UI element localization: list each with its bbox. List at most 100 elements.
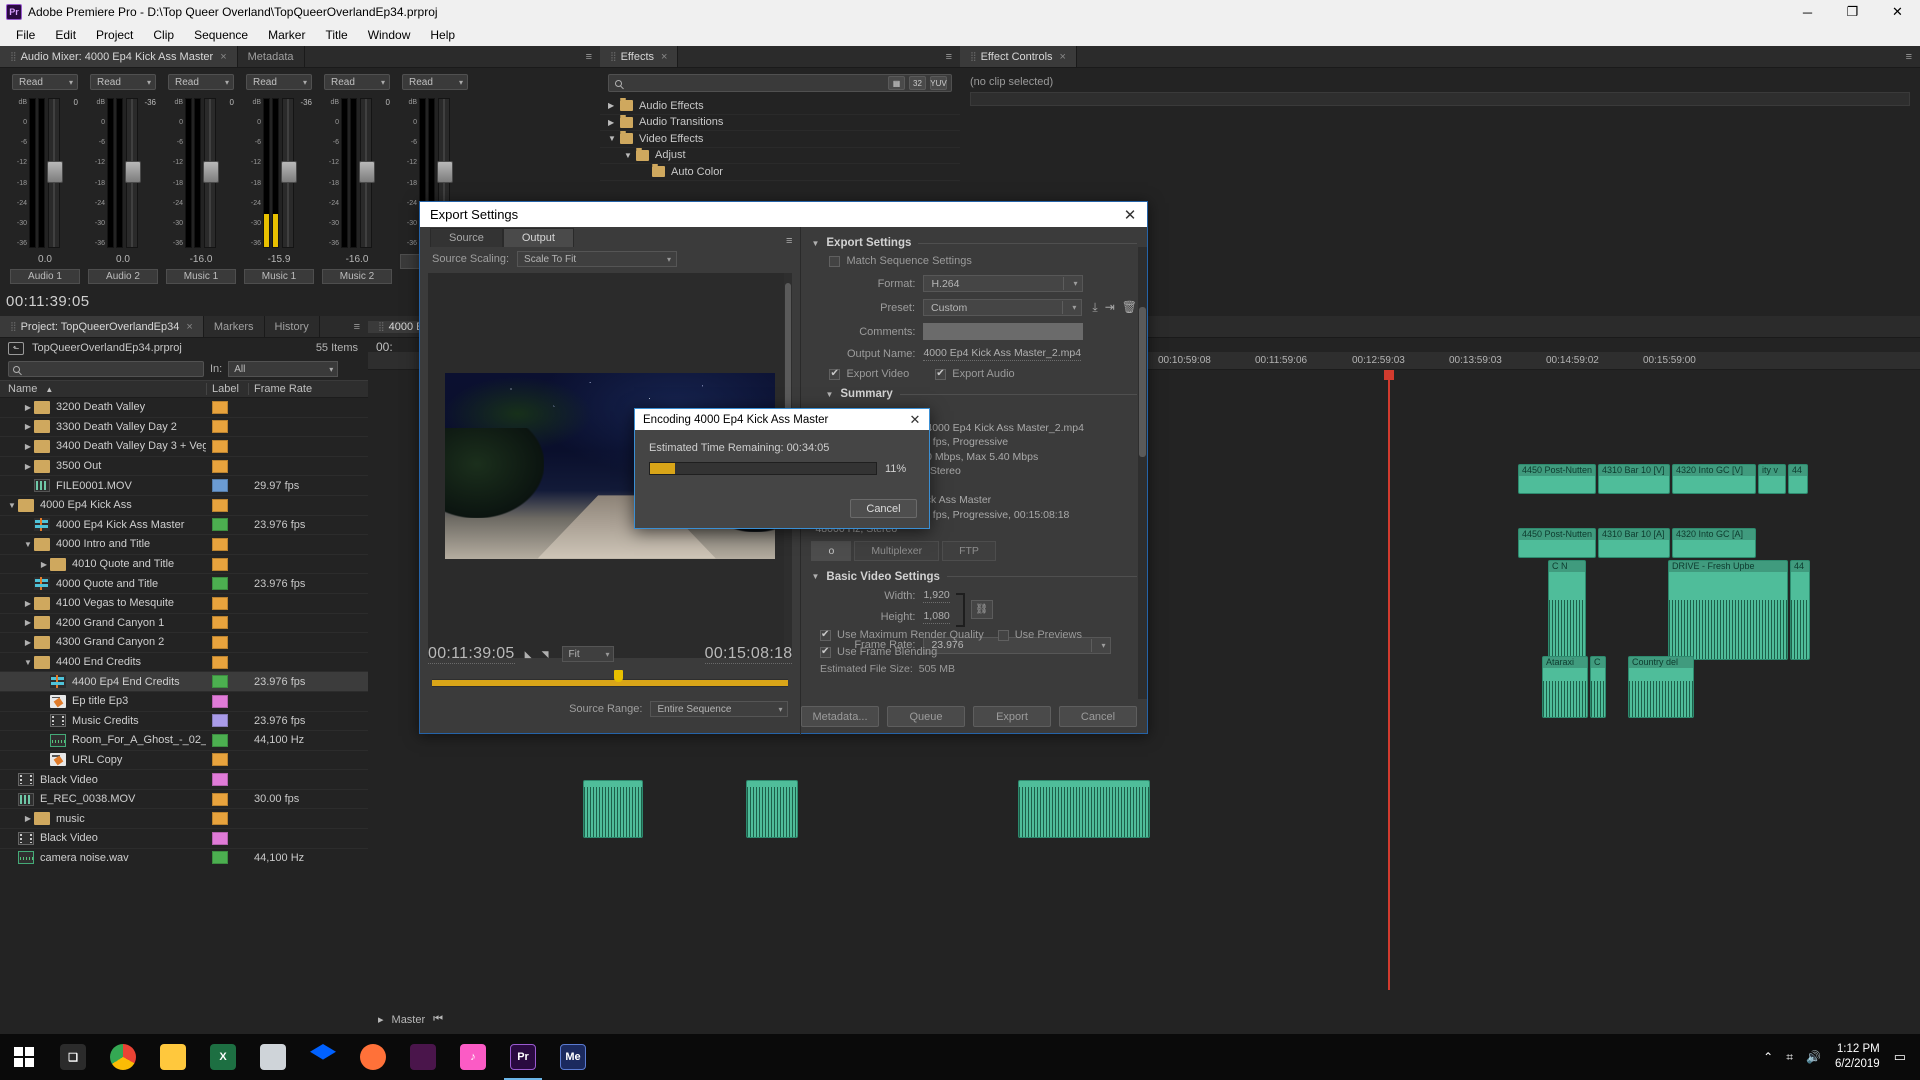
export-audio-checkbox[interactable]: Export Audio [935,368,1015,380]
timeline-video-clip[interactable]: 4310 Bar 10 [A] [1598,528,1670,558]
queue-button[interactable]: Queue [887,706,965,727]
project-item-label-color[interactable] [206,714,248,728]
tab-close-icon[interactable]: × [220,51,226,63]
effects-search-input[interactable]: ▦ 32 YUV [608,74,952,92]
channel-level-value[interactable]: 0.0 [6,254,84,265]
collapse-triangle-icon[interactable]: ▼ [811,572,819,581]
twirl-icon[interactable]: ▶ [22,442,34,451]
preview-out-timecode[interactable]: 00:15:08:18 [704,645,793,664]
menu-clip[interactable]: Clip [143,26,184,44]
project-item-row[interactable]: ▶ 4300 Grand Canyon 2 [0,633,368,653]
project-item-row[interactable]: 4000 Ep4 Kick Ass Master 23.976 fps [0,516,368,536]
tab-markers[interactable]: Markers [203,316,265,337]
tab-effect-controls[interactable]: ⣿ Effect Controls × [960,46,1077,67]
collapse-triangle-icon[interactable]: ▼ [825,390,833,399]
windows-start-icon[interactable] [0,1034,48,1080]
set-in-point-icon[interactable]: ◣ [525,649,532,660]
width-value[interactable]: 1,920 [923,589,950,603]
timeline-audio-clip[interactable] [746,780,798,838]
channel-fader[interactable] [359,98,375,248]
preview-panel-menu-icon[interactable]: ≡ [786,235,800,247]
timeline-video-clip[interactable]: ity v [1758,464,1786,494]
project-item-label-color[interactable] [206,655,248,669]
timeline-video-clip[interactable]: 4450 Post-Nutten [1518,528,1596,558]
project-item-row[interactable]: ▶ 3200 Death Valley [0,398,368,418]
volume-icon[interactable]: 🔊 [1806,1050,1821,1064]
match-sequence-settings-checkbox[interactable]: Match Sequence Settings [829,255,1137,267]
channel-fader[interactable] [281,98,297,248]
project-item-row[interactable]: Room_For_A_Ghost_-_02_- 44,100 Hz [0,731,368,751]
timeline-audio-clip[interactable]: DRIVE - Fresh Upbe [1668,560,1788,660]
twirl-icon[interactable]: ▼ [608,134,620,143]
project-item-label-color[interactable] [206,557,248,571]
project-item-row[interactable]: ▼ 4400 End Credits [0,653,368,673]
master-track-toggle-icon[interactable]: ▸ [378,1013,384,1026]
twirl-icon[interactable]: ▼ [6,501,18,510]
use-previews-checkbox[interactable]: Use Previews [997,629,1082,641]
project-item-label-color[interactable] [206,498,248,512]
channel-level-value[interactable]: -16.0 [318,254,396,265]
tab-source[interactable]: Source [430,228,503,247]
project-item-row[interactable]: ▶ 4010 Quote and Title [0,555,368,575]
export-button[interactable]: Export [973,706,1051,727]
tab-output[interactable]: Output [502,228,574,247]
effects-tree-item[interactable]: ▼ Video Effects [600,131,960,148]
32bit-color-icon[interactable]: 32 [909,76,926,90]
twirl-icon[interactable]: ▶ [22,638,34,647]
twirl-icon[interactable]: ▼ [22,658,34,667]
channel-fader[interactable] [47,98,63,248]
twirl-icon[interactable]: ▶ [608,118,620,127]
project-item-row[interactable]: ▶ 3500 Out [0,457,368,477]
menu-project[interactable]: Project [86,26,143,44]
timeline-audio-clip[interactable]: Ataraxi [1542,656,1588,718]
panel-menu-icon[interactable]: ≡ [938,46,960,67]
timeline-audio-clip[interactable] [1018,780,1150,838]
network-icon[interactable]: ⌗ [1786,1050,1793,1065]
column-header-label[interactable]: Label [206,383,248,395]
maximize-button[interactable]: ❐ [1830,0,1875,24]
twirl-icon[interactable]: ▶ [38,560,50,569]
export-subtab[interactable]: Multiplexer [854,540,940,561]
project-item-label-color[interactable] [206,479,248,493]
output-name-value[interactable]: 4000 Ep4 Kick Ass Master_2.mp4 [923,347,1082,361]
navigate-up-icon[interactable]: ⬑ [8,341,24,355]
project-item-label-color[interactable] [206,537,248,551]
chrome-icon[interactable] [98,1034,148,1080]
column-header-name[interactable]: Name ▲ [0,383,206,395]
export-subtab[interactable]: o [811,540,852,561]
menu-edit[interactable]: Edit [45,26,86,44]
dropbox-icon[interactable] [298,1034,348,1080]
preview-scrubber[interactable] [432,670,789,687]
settings-scrollbar[interactable] [1138,247,1147,699]
minimize-button[interactable]: ─ [1785,0,1830,24]
panel-menu-icon[interactable]: ≡ [578,46,600,67]
project-item-label-color[interactable] [206,518,248,532]
timeline-video-clip[interactable]: 4320 Into GC [V] [1672,464,1756,494]
panel-menu-icon[interactable]: ≡ [346,316,368,337]
twirl-icon[interactable]: ▼ [22,540,34,549]
project-item-row[interactable]: Music Credits 23.976 fps [0,712,368,732]
effects-tree-item[interactable]: Auto Color [600,164,960,181]
project-item-label-color[interactable] [206,753,248,767]
ycbcr-icon[interactable]: YUV [930,76,947,90]
project-item-label-color[interactable] [206,577,248,591]
slack-icon[interactable] [398,1034,448,1080]
project-item-row[interactable]: ▶ 3400 Death Valley Day 3 + Vegas [0,437,368,457]
menu-marker[interactable]: Marker [258,26,315,44]
summary-heading[interactable]: ▼ Summary [825,388,1137,400]
twirl-icon[interactable]: ▶ [22,403,34,412]
tab-metadata[interactable]: Metadata [237,46,305,67]
max-render-quality-checkbox[interactable]: Use Maximum Render Quality [820,629,984,641]
metadata-button[interactable]: Metadata... [801,706,879,727]
project-item-label-color[interactable] [206,694,248,708]
export-video-checkbox[interactable]: Export Video [829,368,909,380]
collapse-triangle-icon[interactable]: ▼ [811,239,819,248]
project-item-label-color[interactable] [206,773,248,787]
taskbar-clock[interactable]: 1:12 PM 6/2/2019 [1835,1042,1880,1072]
project-item-label-color[interactable] [206,596,248,610]
project-item-row[interactable]: ▶ 4200 Grand Canyon 1 [0,614,368,634]
tab-close-icon[interactable]: × [186,321,192,333]
frame-blending-checkbox[interactable]: Use Frame Blending [820,646,1082,658]
effects-tree-item[interactable]: ▼ Adjust [600,147,960,164]
master-meter-icon[interactable]: ⏮ [433,1013,443,1026]
